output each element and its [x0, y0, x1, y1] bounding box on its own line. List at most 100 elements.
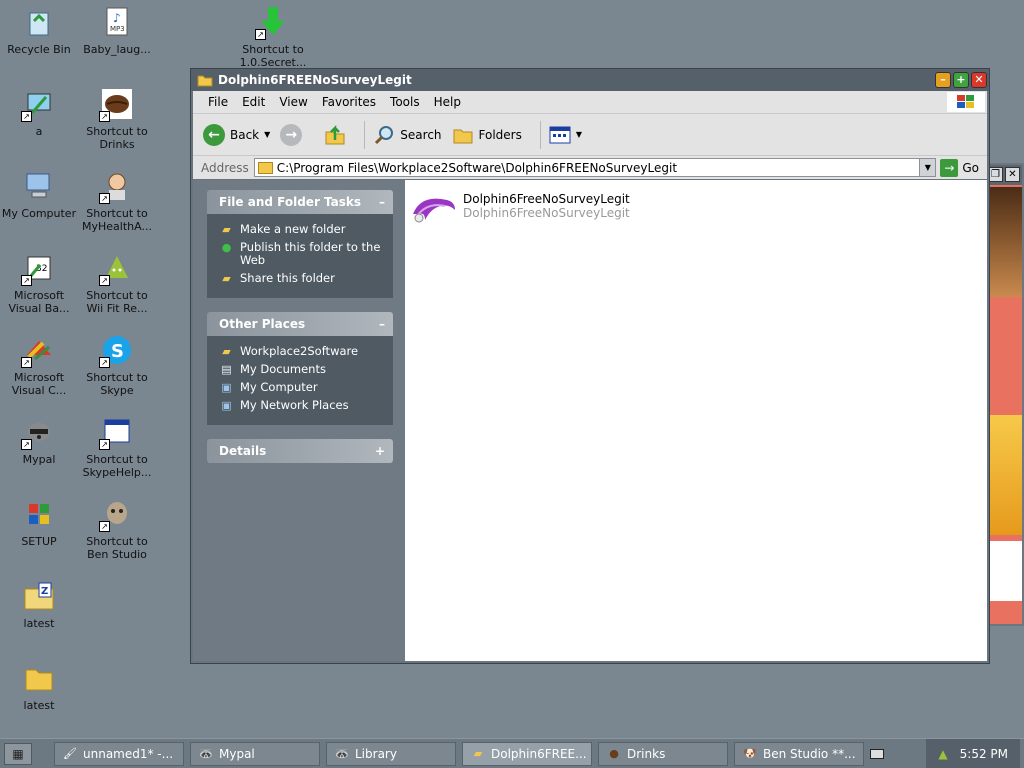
task-publish-folder[interactable]: ● Publish this folder to the Web: [219, 241, 383, 267]
back-button[interactable]: ← Back ▼: [203, 123, 270, 146]
desktop-icon-ben-studio[interactable]: ↗ Shortcut to Ben Studio: [78, 496, 156, 561]
shortcut-arrow-icon: ↗: [99, 275, 110, 286]
desktop-icon-a[interactable]: ↗ a: [0, 86, 78, 138]
coffee-image: [986, 187, 1022, 297]
shortcut-arrow-icon: ↗: [21, 275, 32, 286]
menu-view[interactable]: View: [272, 95, 314, 109]
desktop-icon-latest-zip[interactable]: Z latest: [0, 578, 78, 630]
close-button[interactable]: ✕: [971, 72, 987, 88]
desktop-icon-skype[interactable]: S ↗ Shortcut to Skype: [78, 332, 156, 397]
file-list[interactable]: Dolphin6FreeNoSurveyLegit Dolphin6FreeNo…: [405, 180, 987, 661]
raccoon-icon: 🦝: [335, 746, 349, 760]
advert-image-2: [986, 541, 1022, 601]
svg-text:♪: ♪: [113, 11, 121, 25]
address-bar: Address C:\Program Files\Workplace2Softw…: [193, 155, 987, 179]
collapse-icon[interactable]: –: [379, 317, 385, 331]
address-input[interactable]: C:\Program Files\Workplace2Software\Dolp…: [253, 158, 937, 177]
windows-setup-icon: [21, 496, 57, 532]
place-my-computer[interactable]: ▣ My Computer: [219, 381, 383, 395]
file-folder-tasks-panel: File and Folder Tasks – ▰ Make a new fold…: [207, 190, 393, 298]
desktop-icon-myhealth[interactable]: ↗ Shortcut to MyHealthA...: [78, 168, 156, 233]
keyboard-icon[interactable]: [870, 748, 884, 759]
views-button[interactable]: ▼: [549, 126, 582, 144]
taskbar-item-library[interactable]: 🦝 Library: [326, 741, 456, 766]
desktop-icon-label: Shortcut to MyHealthA...: [82, 207, 152, 233]
search-button[interactable]: Search: [373, 124, 442, 146]
panel-body: ▰ Workplace2Software ▤ My Documents ▣ My Co…: [207, 336, 393, 425]
taskbar-item-ben-studio[interactable]: 🐶 Ben Studio **...: [734, 741, 864, 766]
background-window[interactable]: ❐ ✕: [984, 163, 1024, 626]
forward-button[interactable]: →: [280, 123, 303, 146]
desktop-icon-label: My Computer: [1, 207, 77, 220]
desktop-icon-wii-fit[interactable]: ↗ Shortcut to Wii Fit Re...: [78, 250, 156, 315]
tray-icon[interactable]: ▲: [938, 747, 947, 761]
menu-edit[interactable]: Edit: [235, 95, 272, 109]
share-folder-icon: ▰: [222, 272, 231, 285]
folders-button[interactable]: Folders: [452, 125, 522, 145]
panel-header[interactable]: Other Places –: [207, 312, 393, 336]
folder-icon: ▰: [222, 345, 231, 358]
chevron-down-icon[interactable]: ▼: [576, 130, 582, 139]
details-panel: Details +: [207, 439, 393, 463]
maximize-button[interactable]: +: [953, 72, 969, 88]
panel-header[interactable]: Details +: [207, 439, 393, 463]
task-label: Publish this folder to the Web: [240, 240, 381, 267]
taskbar-item-dolphin[interactable]: ▰ Dolphin6FREE...: [462, 741, 592, 766]
taskbar-item-unnamed[interactable]: 🖌 unnamed1* -...: [54, 741, 184, 766]
desktop-icon-baby-laugh[interactable]: MP3 ♪ Baby_laug...: [78, 4, 156, 56]
taskbar-item-mypal[interactable]: 🦝 Mypal: [190, 741, 320, 766]
address-label: Address: [201, 160, 249, 175]
close-icon[interactable]: ✕: [1005, 167, 1020, 182]
panel-header[interactable]: File and Folder Tasks –: [207, 190, 393, 214]
menu-help[interactable]: Help: [427, 95, 468, 109]
minimize-button[interactable]: –: [935, 72, 951, 88]
explorer-window[interactable]: Dolphin6FREENoSurveyLegit – + ✕ File Edi…: [190, 68, 990, 664]
task-make-new-folder[interactable]: ▰ Make a new folder: [219, 223, 383, 237]
svg-text:S: S: [111, 341, 124, 362]
chevron-down-icon[interactable]: ▼: [919, 159, 936, 176]
place-my-documents[interactable]: ▤ My Documents: [219, 363, 383, 377]
desktop-icon-secret-shortcut[interactable]: ↗ Shortcut to 1.0.Secret...: [234, 4, 312, 69]
desktop-icon-my-computer[interactable]: My Computer: [0, 168, 78, 220]
visual-basic-icon: 32 ↗: [21, 250, 57, 286]
desktop-icon-mypal[interactable]: ↗ Mypal: [0, 414, 78, 466]
desktop-icon-visual-basic[interactable]: 32 ↗ Microsoft Visual Ba...: [0, 250, 78, 315]
restore-icon[interactable]: ❐: [988, 167, 1003, 182]
desktop-icon-recycle-bin[interactable]: Recycle Bin: [0, 4, 78, 56]
shortcut-arrow-icon: ↗: [21, 111, 32, 122]
start-button[interactable]: ▦: [4, 742, 32, 765]
person-icon: ↗: [99, 168, 135, 204]
menu-favorites[interactable]: Favorites: [315, 95, 383, 109]
chevron-down-icon[interactable]: ▼: [264, 130, 270, 139]
desktop-icon-drinks[interactable]: ↗ Shortcut to Drinks: [78, 86, 156, 151]
desktop-icon-label: latest: [23, 617, 55, 630]
task-label: Dolphin6FREE...: [491, 746, 587, 761]
file-item[interactable]: Dolphin6FreeNoSurveyLegit Dolphin6FreeNo…: [411, 192, 630, 224]
desktop-icon-visual-cpp[interactable]: ↗ Microsoft Visual C...: [0, 332, 78, 397]
menu-tools[interactable]: Tools: [383, 95, 427, 109]
task-share-folder[interactable]: ▰ Share this folder: [219, 272, 383, 286]
background-window-titlebar[interactable]: ❐ ✕: [986, 165, 1022, 185]
raccoon-icon: 🦝: [199, 746, 213, 760]
clock[interactable]: 5:52 PM: [960, 747, 1008, 761]
task-label: Library: [355, 746, 397, 761]
collapse-icon[interactable]: –: [379, 195, 385, 209]
taskbar-item-drinks[interactable]: ● Drinks: [598, 741, 728, 766]
up-folder-button[interactable]: [324, 124, 346, 146]
menu-file[interactable]: File: [201, 95, 235, 109]
back-arrow-icon: ←: [203, 123, 225, 146]
desktop-icon-label: Mypal: [22, 453, 56, 466]
visual-cpp-icon: ↗: [21, 332, 57, 368]
desktop-icon-latest-folder[interactable]: latest: [0, 660, 78, 712]
go-button[interactable]: → Go: [940, 158, 979, 177]
window-titlebar[interactable]: Dolphin6FREENoSurveyLegit – + ✕: [191, 69, 989, 91]
place-my-network-places[interactable]: ▣ My Network Places: [219, 399, 383, 413]
file-name: Dolphin6FreeNoSurveyLegit: [463, 192, 630, 206]
panel-body: ▰ Make a new folder ● Publish this folder …: [207, 214, 393, 298]
place-workplace2software[interactable]: ▰ Workplace2Software: [219, 345, 383, 359]
windows-logo-icon: [947, 92, 985, 112]
desktop-icon-skypehelp[interactable]: ↗ Shortcut to SkypeHelp...: [78, 414, 156, 479]
globe-icon: ●: [221, 241, 232, 254]
expand-icon[interactable]: +: [375, 444, 385, 458]
desktop-icon-setup[interactable]: SETUP: [0, 496, 78, 548]
